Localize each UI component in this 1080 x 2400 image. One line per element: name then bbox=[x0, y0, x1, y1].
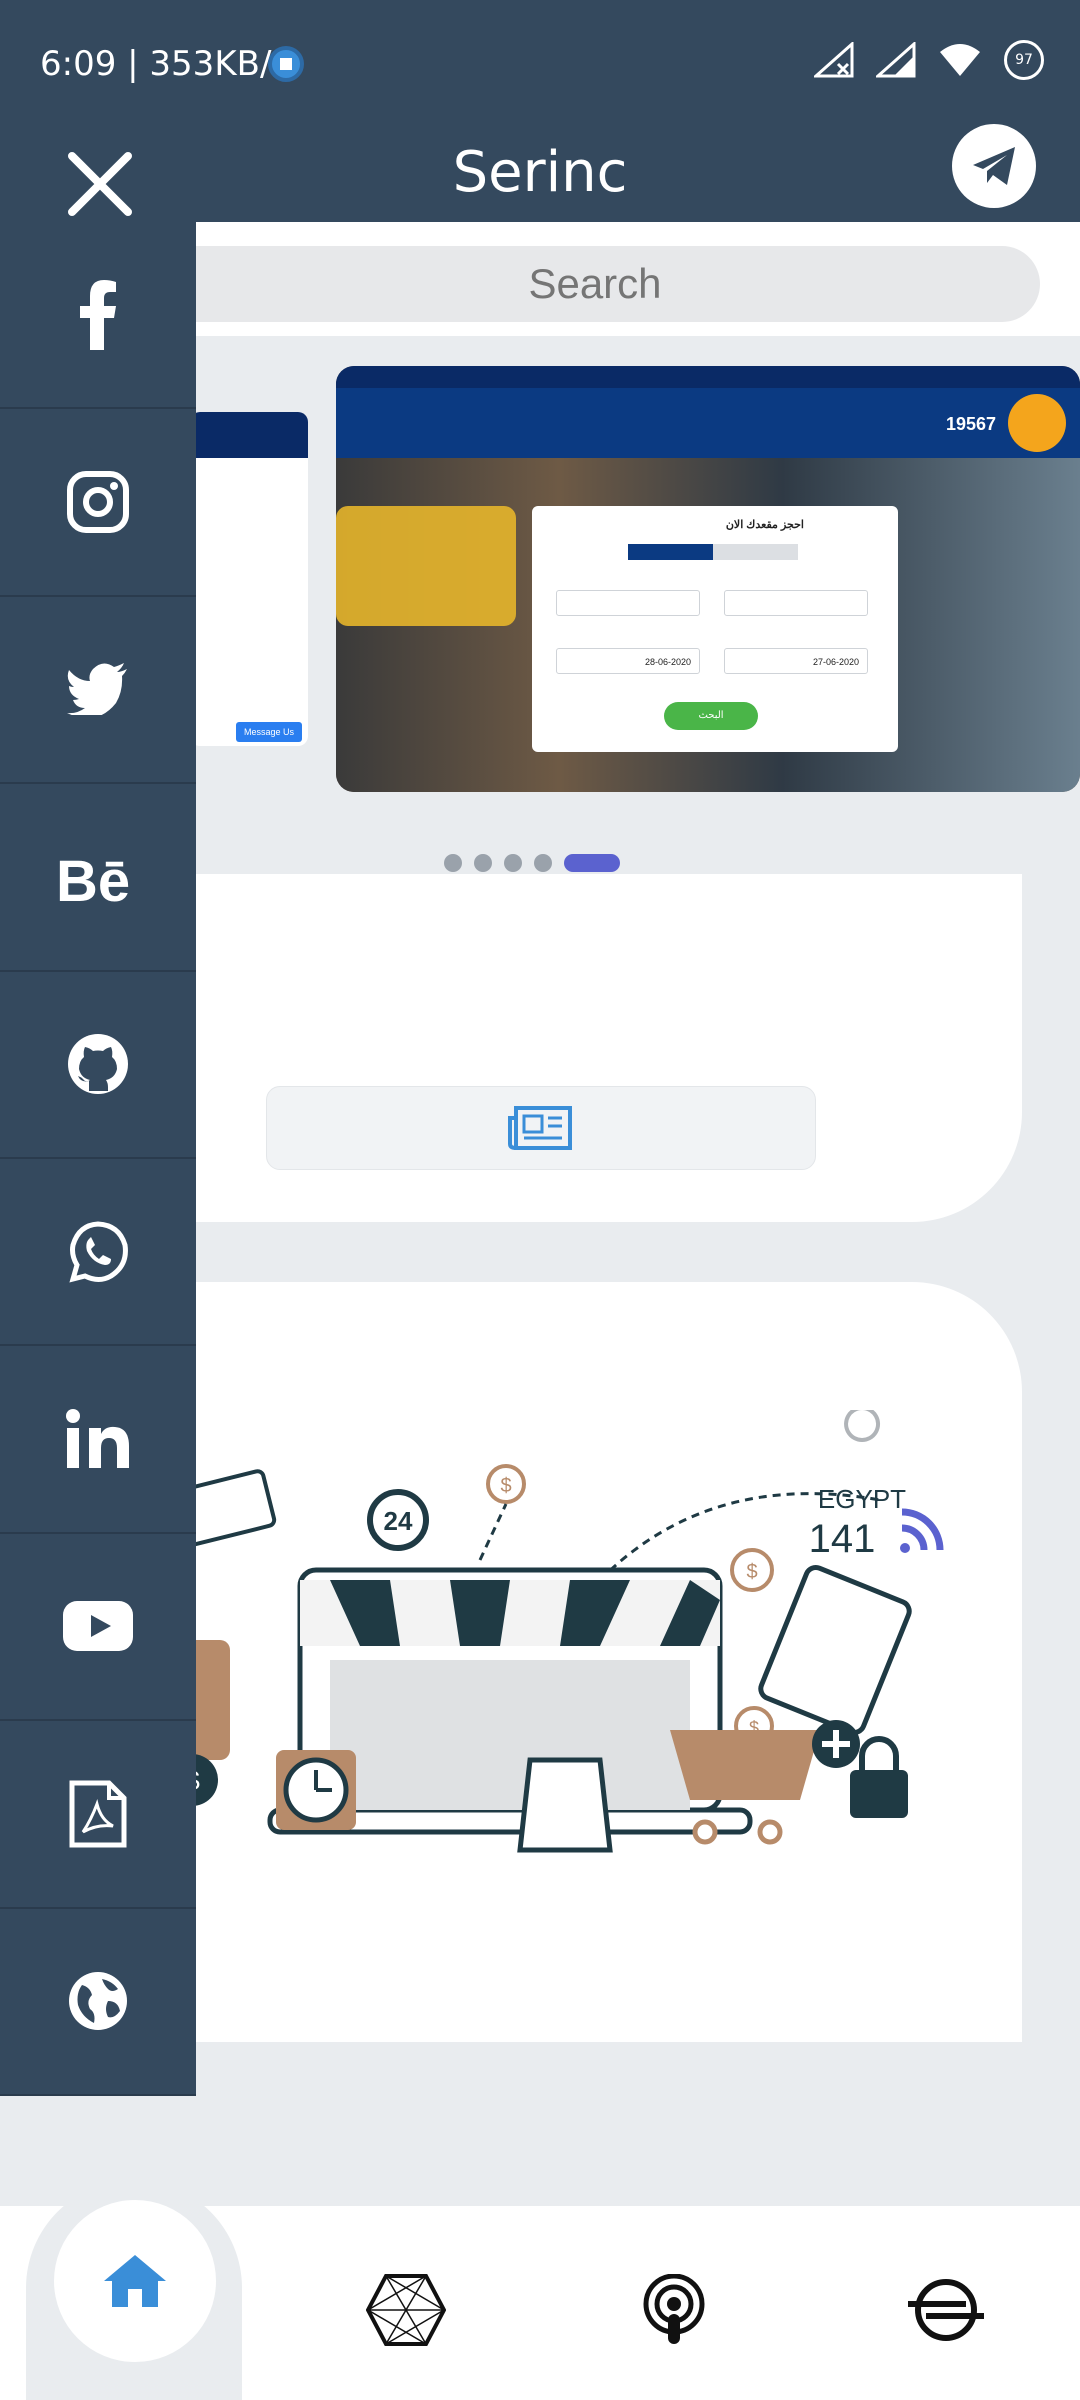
social-behance[interactable]: Bē bbox=[0, 784, 196, 972]
behance-icon: Bē bbox=[56, 849, 130, 905]
home-icon bbox=[104, 2255, 166, 2307]
social-instagram[interactable] bbox=[0, 409, 196, 597]
country-label: EGYPT bbox=[818, 1484, 906, 1514]
booking-title: احجز مقعدك الان bbox=[725, 519, 804, 531]
social-pdf[interactable] bbox=[0, 1721, 196, 1909]
social-youtube[interactable] bbox=[0, 1534, 196, 1722]
carousel-dot[interactable] bbox=[534, 854, 552, 872]
hotline-label: 141 bbox=[809, 1517, 876, 1561]
status-icons: 97 bbox=[814, 40, 1044, 80]
24h-badge: 24 bbox=[384, 1506, 413, 1536]
bus-image bbox=[336, 506, 516, 626]
booking-form-preview: احجز مقعدك الان 28-06-2020 27-06-2020 ال… bbox=[532, 506, 898, 752]
signal-icon bbox=[876, 42, 916, 78]
instagram-icon bbox=[67, 471, 129, 534]
search-trips-button: البحث bbox=[664, 702, 758, 730]
carousel-slide-active[interactable]: 19567 احجز مقعدك الان 28-06-2020 27-06-2… bbox=[336, 366, 1080, 792]
social-whatsapp[interactable] bbox=[0, 1159, 196, 1347]
nav-home[interactable] bbox=[54, 2200, 216, 2362]
telegram-icon bbox=[973, 147, 1015, 185]
whatsapp-icon bbox=[69, 1221, 128, 1283]
facebook-icon bbox=[80, 279, 116, 350]
carousel-dot-active[interactable] bbox=[564, 854, 620, 872]
return-date: 28-06-2020 bbox=[556, 648, 700, 674]
social-github[interactable] bbox=[0, 972, 196, 1159]
carousel-dot[interactable] bbox=[504, 854, 522, 872]
hexagon-icon bbox=[366, 2274, 446, 2346]
social-website[interactable] bbox=[0, 1909, 196, 2096]
carousel-dot[interactable] bbox=[444, 854, 462, 872]
app-title: Serinc bbox=[452, 140, 628, 205]
linkedin-icon bbox=[66, 1409, 129, 1469]
twitter-icon bbox=[67, 663, 127, 716]
carousel-indicators bbox=[444, 854, 620, 872]
no-signal-icon bbox=[814, 42, 854, 78]
social-side-menu: Bē bbox=[0, 222, 196, 2096]
svg-text:$: $ bbox=[500, 1475, 511, 1497]
carousel-dot[interactable] bbox=[474, 854, 492, 872]
podcast-icon bbox=[643, 2274, 705, 2344]
carousel-slide-previous[interactable]: Message Us bbox=[190, 412, 308, 746]
status-time: 6:09 | 353KB/s bbox=[40, 44, 290, 84]
social-linkedin[interactable] bbox=[0, 1346, 196, 1534]
telegram-button[interactable] bbox=[952, 124, 1036, 208]
app-header: Serinc bbox=[0, 104, 1080, 222]
download-notification-icon bbox=[268, 46, 304, 82]
nav-podcast[interactable] bbox=[624, 2260, 724, 2360]
nav-hexagon[interactable] bbox=[356, 2260, 456, 2360]
battery-indicator: 97 bbox=[1004, 40, 1044, 80]
search-input[interactable] bbox=[150, 246, 1040, 322]
globe-icon bbox=[69, 1972, 127, 2031]
hotline-number: 19567 bbox=[945, 414, 996, 434]
message-us-button: Message Us bbox=[236, 722, 302, 742]
svg-text:$: $ bbox=[746, 1561, 757, 1583]
ecommerce-illustration: 24 $ $ $ EGYPT 141 $ bbox=[160, 1410, 944, 1853]
status-bar: 6:09 | 353KB/s 97 bbox=[0, 0, 1080, 104]
svg-text:Bē: Bē bbox=[56, 849, 130, 905]
wifi-icon bbox=[940, 44, 980, 76]
news-button[interactable] bbox=[266, 1086, 816, 1170]
stream-icon bbox=[908, 2279, 984, 2341]
depart-date: 27-06-2020 bbox=[724, 648, 868, 674]
nav-stream[interactable] bbox=[896, 2260, 996, 2360]
social-facebook[interactable] bbox=[0, 222, 196, 410]
social-twitter[interactable] bbox=[0, 597, 196, 785]
brand-logo bbox=[1008, 394, 1066, 452]
youtube-icon bbox=[63, 1601, 133, 1652]
pdf-icon bbox=[69, 1780, 127, 1848]
github-icon bbox=[68, 1034, 128, 1095]
newspaper-icon bbox=[508, 1106, 572, 1150]
